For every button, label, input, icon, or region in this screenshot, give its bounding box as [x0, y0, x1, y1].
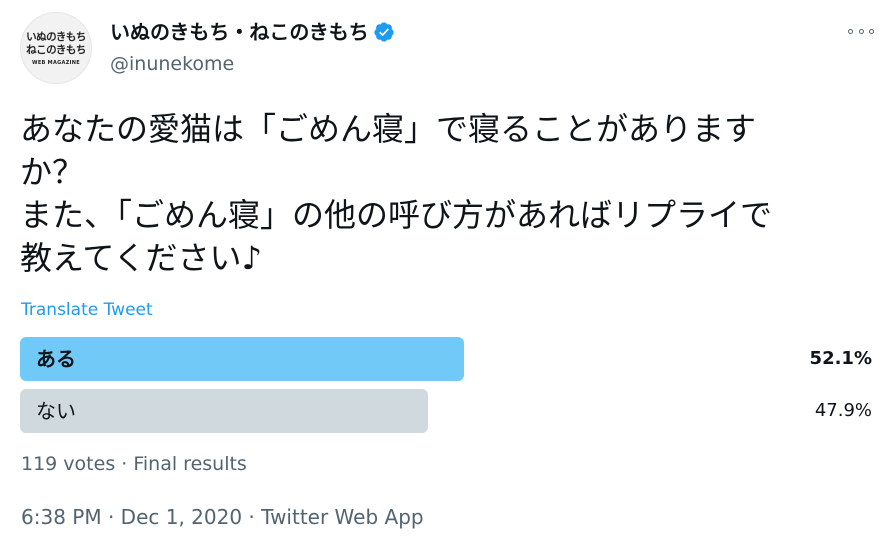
- poll-option-label: ある: [36, 347, 76, 371]
- poll-option-2: ない 47.9%: [20, 389, 876, 433]
- poll-meta: 119 votes · Final results: [21, 453, 247, 475]
- vote-count: 119 votes: [21, 453, 116, 475]
- poll-bar: [20, 337, 464, 381]
- poll-option-percent: 47.9%: [814, 400, 872, 421]
- tweet-text-line: また、「ごめん寝」の他の呼び方があればリプライで: [20, 196, 773, 234]
- avatar[interactable]: いぬのきもち ねこのきもち WEB MAGAZINE: [20, 12, 92, 84]
- tweet-timestamp: 6:38 PM · Dec 1, 2020 · Twitter Web App: [21, 505, 424, 529]
- tweet-date[interactable]: Dec 1, 2020: [121, 505, 242, 529]
- display-name[interactable]: いぬのきもち・ねこのきもち: [110, 18, 395, 46]
- poll-status: Final results: [133, 453, 247, 475]
- avatar-text-line2: ねこのきもち: [26, 43, 86, 56]
- poll-option-percent: 52.1%: [809, 348, 872, 369]
- avatar-text-line1: いぬのきもち: [26, 30, 86, 43]
- more-options-icon[interactable]: [848, 24, 874, 38]
- verified-badge-icon: [374, 22, 394, 42]
- poll-option-label: ない: [36, 399, 76, 423]
- poll-option-1: ある 52.1%: [20, 337, 876, 381]
- poll-bar: [20, 389, 428, 433]
- user-handle[interactable]: @inunekome: [110, 51, 234, 77]
- tweet-time[interactable]: 6:38 PM: [21, 505, 102, 529]
- display-name-text: いぬのきもち・ねこのきもち: [110, 20, 369, 44]
- tweet-text: あなたの愛猫は「ごめん寝」で寝ることがあります か？ また、「ごめん寝」の他の呼…: [20, 108, 860, 280]
- tweet-text-line: か？: [20, 153, 85, 191]
- tweet-source[interactable]: Twitter Web App: [261, 505, 423, 529]
- tweet-text-line: 教えてください♪: [20, 239, 262, 277]
- translate-tweet-link[interactable]: Translate Tweet: [21, 298, 153, 322]
- tweet-card: いぬのきもち ねこのきもち WEB MAGAZINE いぬのきもち・ねこのきもち…: [0, 0, 896, 551]
- tweet-text-line: あなたの愛猫は「ごめん寝」で寝ることがあります: [20, 110, 757, 148]
- avatar-text-line3: WEB MAGAZINE: [32, 59, 80, 66]
